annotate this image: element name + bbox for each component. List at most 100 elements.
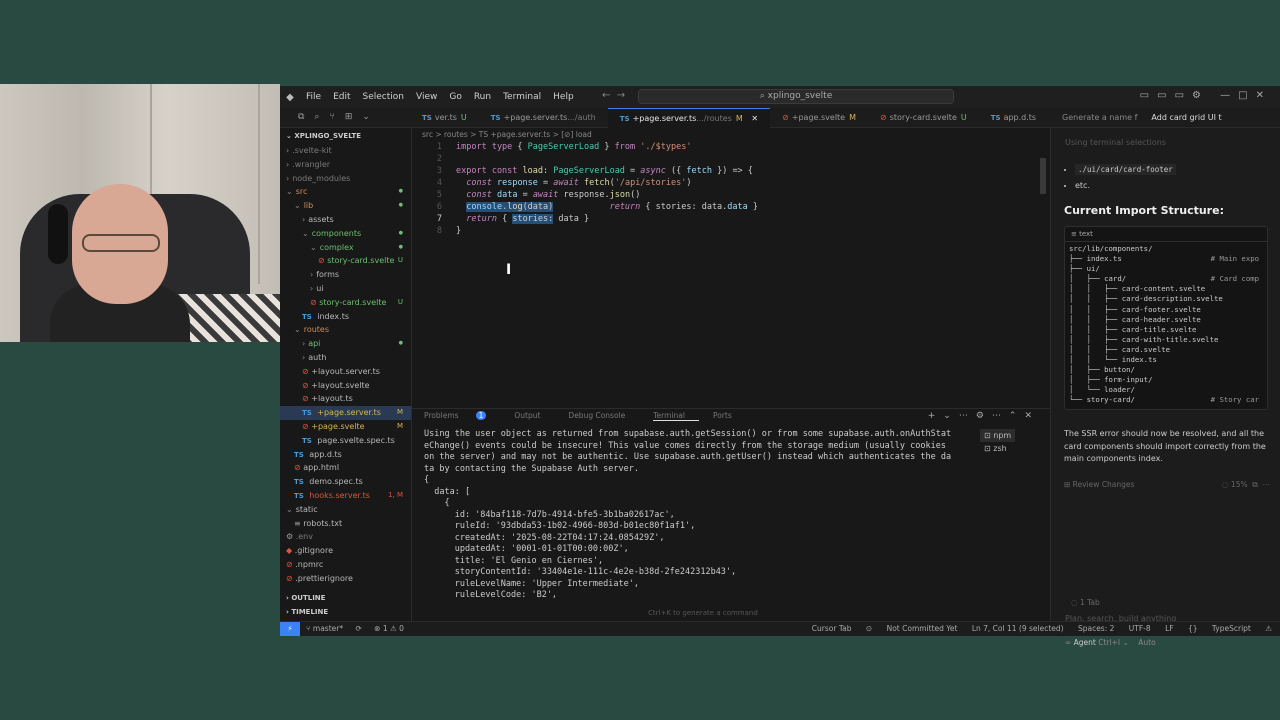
explorer-item[interactable]: ⊘ .prettierignore: [280, 572, 411, 586]
terminal-output[interactable]: Using the user object as returned from s…: [424, 429, 969, 602]
code-block-line: │ └── loader/: [1069, 385, 1263, 395]
explorer-item[interactable]: ⌄ components ●: [280, 227, 411, 241]
explorer-item[interactable]: ⊘ +layout.server.ts: [280, 365, 411, 379]
breadcrumb[interactable]: src > routes > TS +page.server.ts > [⊘] …: [422, 130, 592, 139]
explorer-item[interactable]: › forms: [280, 268, 411, 282]
model-selector[interactable]: Auto: [1138, 638, 1155, 647]
code-block-text: ├── ui/: [1069, 264, 1100, 274]
encoding[interactable]: UTF-8: [1129, 624, 1151, 633]
panel-tab-ports[interactable]: Ports: [713, 411, 746, 421]
menu-item-help[interactable]: Help: [553, 92, 574, 102]
explorer-item[interactable]: › .svelte-kit: [280, 144, 411, 158]
review-changes-row[interactable]: ⊞ Review Changes ◌ 15% ⧉ ⋯: [1064, 480, 1270, 489]
panel-tab-label: Output: [514, 411, 541, 420]
line-ending[interactable]: LF: [1165, 624, 1174, 633]
explorer-item[interactable]: TS demo.spec.ts: [280, 475, 411, 489]
explorer-item[interactable]: TS index.ts: [280, 310, 411, 324]
explorer-item[interactable]: TS page.svelte.spec.ts: [280, 434, 411, 448]
menu-item-run[interactable]: Run: [474, 92, 491, 102]
editor-tab[interactable]: TS +page.server.ts.../auth: [479, 108, 608, 128]
tab-bar: ⧉⌕⑂⊞⌄ TS ver.ts U TS +page.server.ts.../auth…: [280, 108, 1280, 128]
explorer-item[interactable]: ⊘ story-card.svelte U: [280, 254, 411, 268]
panel-action-icons[interactable]: +⌄⋯⚙⋯⌃✕: [928, 411, 1040, 421]
explorer-item-label: static: [295, 504, 318, 514]
close-icon[interactable]: ✕: [749, 114, 758, 123]
explorer-item[interactable]: TS app.d.ts: [280, 448, 411, 462]
cursor-tab-status[interactable]: Cursor Tab: [812, 624, 852, 633]
menu-item-edit[interactable]: Edit: [333, 92, 350, 102]
explorer-item[interactable]: TS hooks.server.ts 1, M: [280, 489, 411, 503]
explorer-item-label: .svelte-kit: [292, 146, 332, 155]
explorer-item[interactable]: ≡ robots.txt: [280, 517, 411, 531]
remote-indicator-icon[interactable]: ⚡: [280, 622, 300, 636]
menu-item-terminal[interactable]: Terminal: [503, 92, 541, 102]
editor-tab[interactable]: ⊘ +page.svelte M: [770, 108, 868, 128]
menu-item-view[interactable]: View: [416, 92, 437, 102]
explorer-item[interactable]: ⌄ static: [280, 503, 411, 517]
chat-tab[interactable]: Add card grid UI t: [1151, 108, 1221, 128]
outline-section[interactable]: › OUTLINE: [280, 594, 412, 602]
explorer-item[interactable]: ⌄ complex ●: [280, 241, 411, 255]
editor-tab[interactable]: ⊘ story-card.svelte U: [868, 108, 979, 128]
timeline-section[interactable]: › TIMELINE: [280, 608, 412, 616]
menu-item-go[interactable]: Go: [449, 92, 461, 102]
panel-tab-terminal[interactable]: Terminal: [653, 411, 699, 421]
code-block-text: │ │ ├── card-title.svelte: [1069, 324, 1197, 334]
explorer-item[interactable]: › .wrangler: [280, 158, 411, 172]
chat-tab[interactable]: Generate a name f: [1062, 108, 1137, 128]
language-mode[interactable]: {} TypeScript: [1188, 624, 1251, 633]
code-comment: # Card comp: [1210, 274, 1259, 284]
panel-tab-debug-console[interactable]: Debug Console: [568, 411, 639, 421]
menu-item-selection[interactable]: Selection: [363, 92, 404, 102]
explorer-item[interactable]: ⊘ story-card.svelte U: [280, 296, 411, 310]
terminal-instance[interactable]: ⊡ npm: [980, 429, 1016, 442]
explorer-item[interactable]: › api ●: [280, 337, 411, 351]
explorer-item[interactable]: ◆ .gitignore: [280, 544, 411, 558]
chevron-down-icon: ⌄: [310, 242, 317, 252]
problems-status[interactable]: ⊗ 1 ⚠ 0: [374, 624, 404, 633]
explorer-item[interactable]: ⊘ +layout.svelte: [280, 379, 411, 393]
explorer-item[interactable]: ⚙ .env: [280, 530, 411, 544]
editor-tab[interactable]: TS +page.server.ts.../routes M ✕: [607, 108, 771, 128]
terminal-instance[interactable]: ⊡ zsh: [980, 442, 1015, 455]
explorer-toolbar-icons[interactable]: ⧉⌕⑂⊞⌄: [298, 112, 380, 122]
explorer-item[interactable]: ⌄ src ●: [280, 185, 411, 199]
explorer-item[interactable]: › assets: [280, 213, 411, 227]
editor-tab[interactable]: TS app.d.ts: [979, 108, 1048, 128]
explorer-item[interactable]: ⌄ lib ●: [280, 199, 411, 213]
command-center-search[interactable]: ⌕ xplingo_svelte: [638, 89, 954, 104]
cursor-position[interactable]: Ln 7, Col 11 (9 selected): [972, 624, 1064, 633]
chevron-down-icon: ⌄: [302, 228, 309, 238]
explorer-item[interactable]: ⊘ +page.svelte M: [280, 420, 411, 434]
explorer-item[interactable]: ⌄ routes: [280, 323, 411, 337]
explorer-item-label: story-card.svelte: [319, 297, 387, 307]
minimap-slider[interactable]: [1040, 158, 1046, 194]
explorer-item[interactable]: › auth: [280, 351, 411, 365]
terminal-line: ta by contacting the Supabase Auth serve…: [424, 463, 639, 474]
explorer-item[interactable]: › node_modules: [280, 172, 411, 186]
explorer-title: ⌄ XPLINGO_SVELTE: [286, 132, 362, 140]
explorer-item[interactable]: ⊘ app.html: [280, 461, 411, 475]
explorer-item[interactable]: TS +page.server.ts M: [280, 406, 411, 420]
chevron-down-icon: ⌄: [294, 325, 301, 335]
indentation[interactable]: Spaces: 2: [1078, 624, 1114, 633]
tab-label: +page.server.ts: [632, 114, 697, 123]
panel-tab-output[interactable]: Output: [514, 411, 554, 421]
window-controls[interactable]: ▭▭▭⚙ —□✕: [1140, 90, 1272, 101]
git-status-badge: M: [396, 421, 403, 430]
git-branch[interactable]: ⑂ master* ⟳: [306, 624, 362, 633]
panel-tab-label: Terminal: [653, 411, 685, 420]
editor-tab[interactable]: TS ver.ts U: [410, 108, 479, 128]
panel-tab-problems[interactable]: Problems 1: [424, 411, 500, 421]
explorer-item[interactable]: ⊘ .npmrc: [280, 558, 411, 572]
agent-mode-selector[interactable]: ∞ Agent Ctrl+I ⌄ Auto: [1065, 638, 1156, 647]
notifications-icon[interactable]: ⚠: [1265, 624, 1272, 633]
explorer-item[interactable]: › ui: [280, 282, 411, 296]
code-block-text: │ │ ├── card.svelte: [1069, 344, 1171, 354]
explorer-item-label: .env: [295, 532, 313, 542]
typescript-icon: TS: [619, 115, 630, 123]
nav-arrows-icon[interactable]: ← →: [602, 90, 625, 101]
explorer-item[interactable]: ⊘ +layout.ts: [280, 392, 411, 406]
menu-item-file[interactable]: File: [306, 92, 321, 102]
blame-status[interactable]: ⊙ Not Committed Yet: [866, 624, 958, 633]
